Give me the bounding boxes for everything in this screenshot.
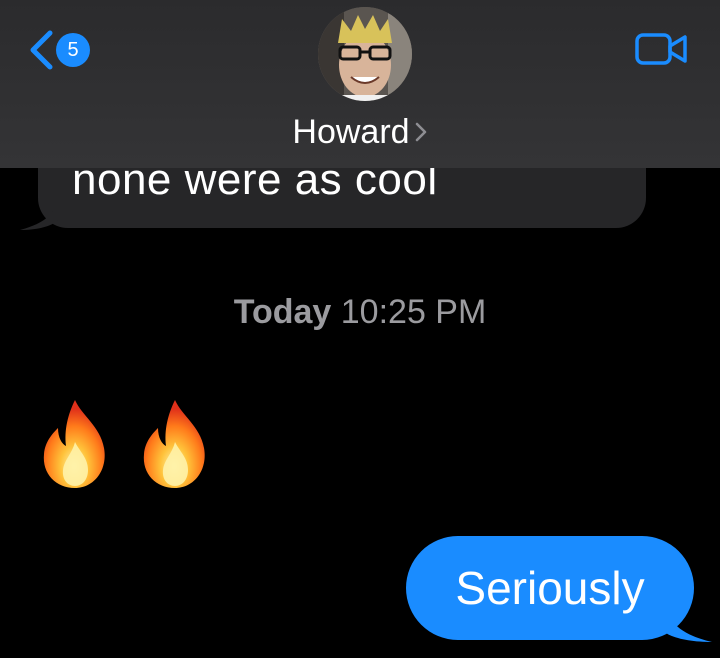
message-timestamp: Today 10:25 PM	[0, 293, 720, 332]
back-button[interactable]: 5	[28, 28, 98, 72]
messages-screen: none were as cool 5 Howard Today 10:25 P…	[0, 0, 720, 658]
conversation-header: 5 Howard	[0, 0, 720, 168]
incoming-emoji-message[interactable]	[38, 398, 212, 490]
chevron-right-icon	[415, 122, 426, 142]
video-call-button[interactable]	[634, 31, 688, 67]
avatar[interactable]	[318, 7, 412, 101]
contact-name: Howard	[292, 112, 410, 151]
timestamp-day: Today	[233, 293, 332, 331]
timestamp-time: 10:25 PM	[340, 293, 487, 331]
video-camera-icon	[635, 33, 687, 65]
avatar-image	[318, 7, 412, 101]
unread-count-badge: 5	[56, 33, 90, 67]
fire-emoji-icon	[43, 400, 105, 488]
chevron-left-icon	[30, 30, 53, 70]
fire-emoji-icon	[143, 400, 205, 488]
outgoing-message-bubble[interactable]: Seriously	[406, 536, 694, 640]
incoming-bubble-tail	[20, 188, 60, 230]
contact-name-button[interactable]: Howard	[0, 108, 720, 156]
